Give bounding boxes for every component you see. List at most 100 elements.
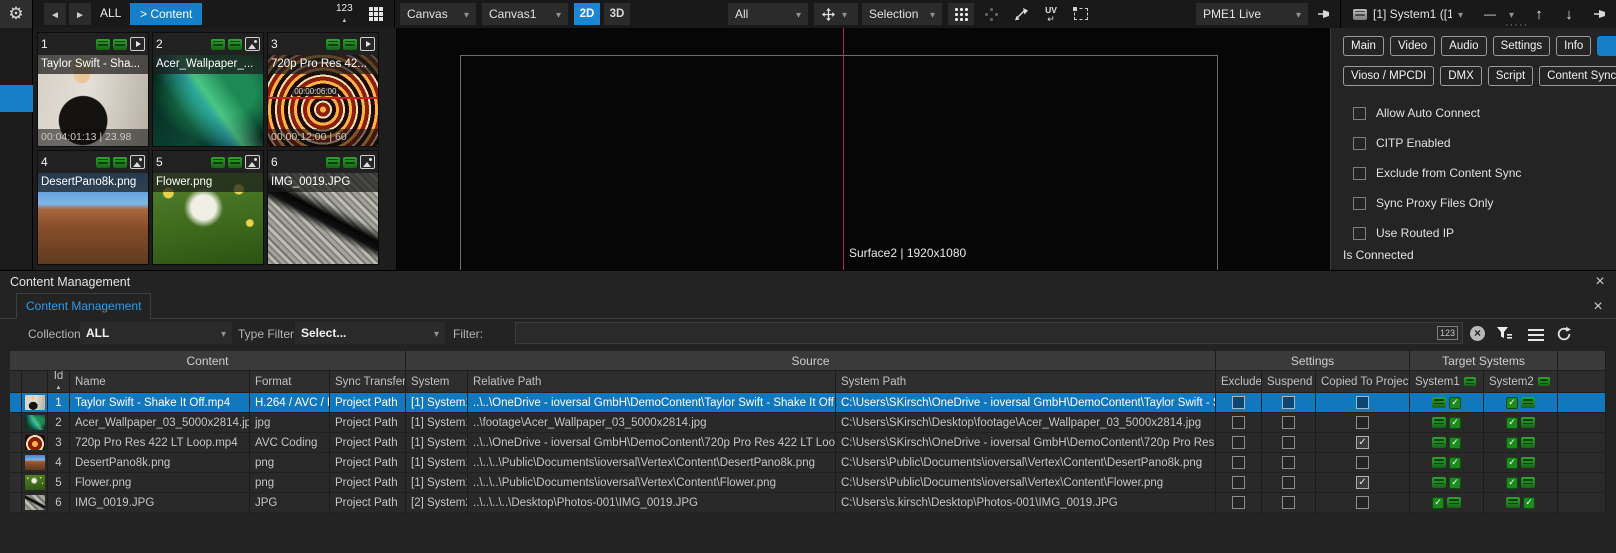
copied-to-project-checkbox[interactable] bbox=[1356, 416, 1369, 429]
table-row[interactable]: 2Acer_Wallpaper_03_5000x2814.jpgjpgProje… bbox=[10, 413, 1606, 433]
media-tile[interactable]: 3720p Pro Res 42...00:00:06:0000:00:12:0… bbox=[267, 32, 379, 147]
exclude-checkbox[interactable] bbox=[1232, 436, 1245, 449]
pme-dropdown[interactable]: PME1 Live bbox=[1196, 3, 1308, 25]
exclude-checkbox[interactable] bbox=[1232, 416, 1245, 429]
tab-close-button[interactable] bbox=[1590, 299, 1606, 315]
table-row[interactable]: 1Taylor Swift - Shake It Off.mp4H.264 / … bbox=[10, 393, 1606, 413]
table-row[interactable]: 4DesertPano8k.pngpngProject Path[1] Syst… bbox=[10, 453, 1606, 473]
uv-edit-button[interactable]: UV bbox=[1038, 3, 1064, 25]
column-header-suspend[interactable]: Suspend bbox=[1262, 371, 1316, 393]
suspend-checkbox[interactable] bbox=[1282, 396, 1295, 409]
table-row[interactable]: 6IMG_0019.JPGJPGProject Path[2] System2.… bbox=[10, 493, 1606, 513]
suspend-checkbox[interactable] bbox=[1282, 476, 1295, 489]
column-header-system1[interactable]: System1 bbox=[1410, 371, 1484, 393]
pin-panel-button[interactable] bbox=[1312, 3, 1336, 25]
option-allow-auto-connect[interactable]: Allow Auto Connect bbox=[1353, 98, 1521, 128]
type-filter-dropdown[interactable]: Select... bbox=[295, 322, 445, 344]
media-tile[interactable]: 1Taylor Swift - Sha...00:04:01:13 | 23.9… bbox=[37, 32, 149, 147]
skew-tool-button[interactable] bbox=[1008, 3, 1034, 25]
media-tile[interactable]: 4DesertPano8k.png bbox=[37, 150, 149, 265]
copied-to-project-checkbox[interactable] bbox=[1356, 496, 1369, 509]
suspend-checkbox[interactable] bbox=[1282, 436, 1295, 449]
numbering-toggle-button[interactable]: 123 bbox=[336, 3, 353, 27]
nav-forward-button[interactable] bbox=[69, 3, 91, 25]
move-up-button[interactable] bbox=[1528, 3, 1550, 25]
suspend-checkbox[interactable] bbox=[1282, 496, 1295, 509]
copied-to-project-checkbox[interactable] bbox=[1356, 456, 1369, 469]
filter-input[interactable] bbox=[520, 326, 1433, 340]
pin-panel-button[interactable] bbox=[1588, 3, 1612, 25]
tab-script[interactable]: Script bbox=[1488, 66, 1533, 86]
option-exclude-from-content-sync[interactable]: Exclude from Content Sync bbox=[1353, 158, 1521, 188]
content-breadcrumb-tab[interactable]: > Content bbox=[130, 3, 202, 25]
tab-video[interactable]: Video bbox=[1390, 36, 1435, 56]
refresh-button[interactable] bbox=[1556, 326, 1572, 342]
mode-2d-button[interactable]: 2D bbox=[574, 3, 600, 25]
content-management-tab[interactable]: Content Management bbox=[16, 293, 151, 319]
tab-n[interactable]: N bbox=[1597, 36, 1616, 56]
checkbox[interactable] bbox=[1353, 107, 1366, 120]
tab-settings[interactable]: Settings bbox=[1493, 36, 1551, 56]
layer-filter-dropdown[interactable]: All bbox=[728, 3, 808, 25]
canvas-viewport[interactable]: Surface2 | 1920x1080 bbox=[397, 28, 1330, 270]
snap-grid-button[interactable] bbox=[948, 3, 974, 25]
column-header-name[interactable]: Name bbox=[70, 371, 250, 393]
checkbox[interactable] bbox=[1353, 167, 1366, 180]
exclude-checkbox[interactable] bbox=[1232, 496, 1245, 509]
collection-all-label[interactable]: ALL bbox=[100, 6, 121, 20]
collection-dropdown[interactable]: ALL bbox=[80, 322, 232, 344]
copied-to-project-checkbox[interactable] bbox=[1356, 476, 1369, 489]
column-header-id[interactable]: Id bbox=[48, 371, 70, 393]
panel-close-button[interactable] bbox=[1592, 274, 1608, 290]
tab-main[interactable]: Main bbox=[1343, 36, 1384, 56]
transform-box-button[interactable] bbox=[1068, 3, 1094, 25]
mode-3d-button[interactable]: 3D bbox=[604, 3, 630, 25]
column-header-format[interactable]: Format bbox=[250, 371, 330, 393]
exclude-checkbox[interactable] bbox=[1232, 456, 1245, 469]
settings-menu-button[interactable] bbox=[0, 0, 33, 28]
filter-options-button[interactable] bbox=[1496, 326, 1513, 341]
move-down-button[interactable] bbox=[1558, 3, 1580, 25]
suspend-checkbox[interactable] bbox=[1282, 456, 1295, 469]
media-tile[interactable]: 5Flower.png bbox=[152, 150, 264, 265]
tab-content-sync[interactable]: Content Sync bbox=[1539, 66, 1616, 86]
exclude-checkbox[interactable] bbox=[1232, 396, 1245, 409]
column-header-sync-transfer[interactable]: Sync Transfer bbox=[330, 371, 406, 393]
tab-info[interactable]: Info bbox=[1556, 36, 1591, 56]
snap-points-button[interactable] bbox=[980, 3, 1002, 25]
checkbox[interactable] bbox=[1353, 197, 1366, 210]
canvas-name-dropdown[interactable]: Canvas1 bbox=[482, 3, 568, 25]
option-citp-enabled[interactable]: CITP Enabled bbox=[1353, 128, 1521, 158]
column-header-copied-to-project[interactable]: Copied To Project bbox=[1316, 371, 1410, 393]
tool-mode-dropdown[interactable]: Selection bbox=[862, 3, 942, 25]
nav-back-button[interactable] bbox=[44, 3, 66, 25]
canvas-type-dropdown[interactable]: Canvas bbox=[400, 3, 476, 25]
media-tile[interactable]: 6IMG_0019.JPG bbox=[267, 150, 379, 265]
surface-outline[interactable] bbox=[460, 55, 1218, 271]
grid-view-button[interactable] bbox=[364, 3, 388, 25]
tab-audio[interactable]: Audio bbox=[1441, 36, 1486, 56]
clear-filter-button[interactable] bbox=[1470, 326, 1485, 341]
copied-to-project-checkbox[interactable] bbox=[1356, 436, 1369, 449]
column-header-exclude[interactable]: Exclude bbox=[1216, 371, 1262, 393]
column-header-system[interactable]: System bbox=[406, 371, 468, 393]
copied-to-project-checkbox[interactable] bbox=[1356, 396, 1369, 409]
tab-vioso-mpcdi[interactable]: Vioso / MPCDI bbox=[1343, 66, 1434, 86]
column-header-system-path[interactable]: System Path bbox=[836, 371, 1216, 393]
suspend-checkbox[interactable] bbox=[1282, 416, 1295, 429]
table-row[interactable]: 5Flower.pngpngProject Path[1] System1..\… bbox=[10, 473, 1606, 493]
tab-dmx[interactable]: DMX bbox=[1440, 66, 1482, 86]
checkbox[interactable] bbox=[1353, 137, 1366, 150]
option-sync-proxy-files-only[interactable]: Sync Proxy Files Only bbox=[1353, 188, 1521, 218]
media-tile[interactable]: 2Acer_Wallpaper_... bbox=[152, 32, 264, 147]
exclude-checkbox[interactable] bbox=[1232, 476, 1245, 489]
system-selector-dropdown[interactable]: [1] System1 ([1] Pro bbox=[1346, 3, 1470, 25]
column-header-system2[interactable]: System2 bbox=[1484, 371, 1558, 393]
column-header-relative-path[interactable]: Relative Path bbox=[468, 371, 836, 393]
row-options-button[interactable] bbox=[1528, 326, 1544, 344]
sidebar-selected-indicator[interactable] bbox=[0, 85, 33, 112]
option-use-routed-ip[interactable]: Use Routed IP bbox=[1353, 218, 1521, 248]
move-tool-dropdown[interactable] bbox=[814, 3, 858, 25]
checkbox[interactable] bbox=[1353, 227, 1366, 240]
table-row[interactable]: 3720p Pro Res 422 LT Loop.mp4AVC CodingP… bbox=[10, 433, 1606, 453]
